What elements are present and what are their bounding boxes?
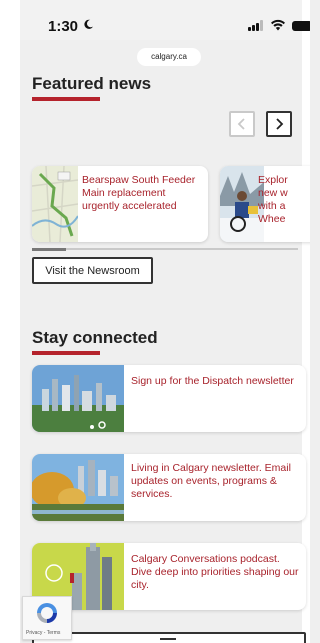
carousel-next-button[interactable]	[266, 111, 292, 137]
wifi-icon	[271, 19, 285, 31]
living-in-calgary-card[interactable]: Living in Calgary newsletter. Email upda…	[32, 454, 306, 521]
map-thumbnail	[32, 166, 78, 242]
city-skyline-thumbnail	[32, 365, 124, 432]
calgary-conversations-card[interactable]: Calgary Conversations podcast. Dive deep…	[32, 543, 306, 610]
title-line: Whee	[258, 213, 286, 225]
partial-icon	[160, 638, 176, 640]
title-line: with a	[258, 200, 286, 212]
recaptcha-icon	[37, 603, 57, 623]
featured-news-heading: Featured news	[32, 74, 152, 93]
featured-card-title-partial[interactable]: Explor new w with a Whee	[258, 174, 308, 226]
stay-connected-underline	[32, 351, 100, 355]
carousel-scroll-thumb[interactable]	[32, 248, 66, 251]
recaptcha-privacy-terms[interactable]: Privacy - Terms	[26, 630, 60, 636]
featured-heading-underline	[32, 97, 100, 101]
living-in-calgary-title[interactable]: Living in Calgary newsletter. Email upda…	[131, 462, 301, 501]
url-bar[interactable]: calgary.ca	[137, 48, 201, 66]
title-line: new w	[258, 187, 288, 199]
moon-icon	[84, 19, 94, 29]
status-time: 1:30	[48, 18, 79, 35]
stay-connected-heading: Stay connected	[32, 328, 158, 347]
featured-news-card[interactable]: Bearspaw South Feeder Main replacement u…	[32, 166, 208, 242]
status-bar: 1:30	[20, 0, 310, 40]
featured-card-title[interactable]: Bearspaw South Feeder Main replacement u…	[82, 174, 202, 213]
recaptcha-badge[interactable]: Privacy - Terms	[22, 596, 72, 640]
left-edge	[0, 0, 20, 643]
chevron-left-icon	[237, 118, 245, 130]
calgary-conversations-title[interactable]: Calgary Conversations podcast. Dive deep…	[131, 553, 301, 592]
dispatch-newsletter-card[interactable]: Sign up for the Dispatch newsletter	[32, 365, 306, 432]
phone-screen: 1:30 calgary.ca Featured news Bearspaw S…	[0, 0, 310, 643]
chevron-right-icon	[276, 118, 284, 130]
carousel-prev-button[interactable]	[229, 111, 255, 137]
visit-newsroom-button[interactable]: Visit the Newsroom	[32, 257, 153, 284]
title-line: Explor	[258, 174, 288, 186]
carousel-scroll-track[interactable]	[32, 248, 298, 250]
dispatch-newsletter-title[interactable]: Sign up for the Dispatch newsletter	[131, 375, 301, 388]
signal-icon	[248, 20, 266, 31]
autumn-city-thumbnail	[32, 454, 124, 521]
partial-outline-button[interactable]	[32, 632, 306, 643]
featured-news-card-partial[interactable]: Explor new w with a Whee	[220, 166, 310, 242]
battery-icon	[292, 21, 310, 31]
